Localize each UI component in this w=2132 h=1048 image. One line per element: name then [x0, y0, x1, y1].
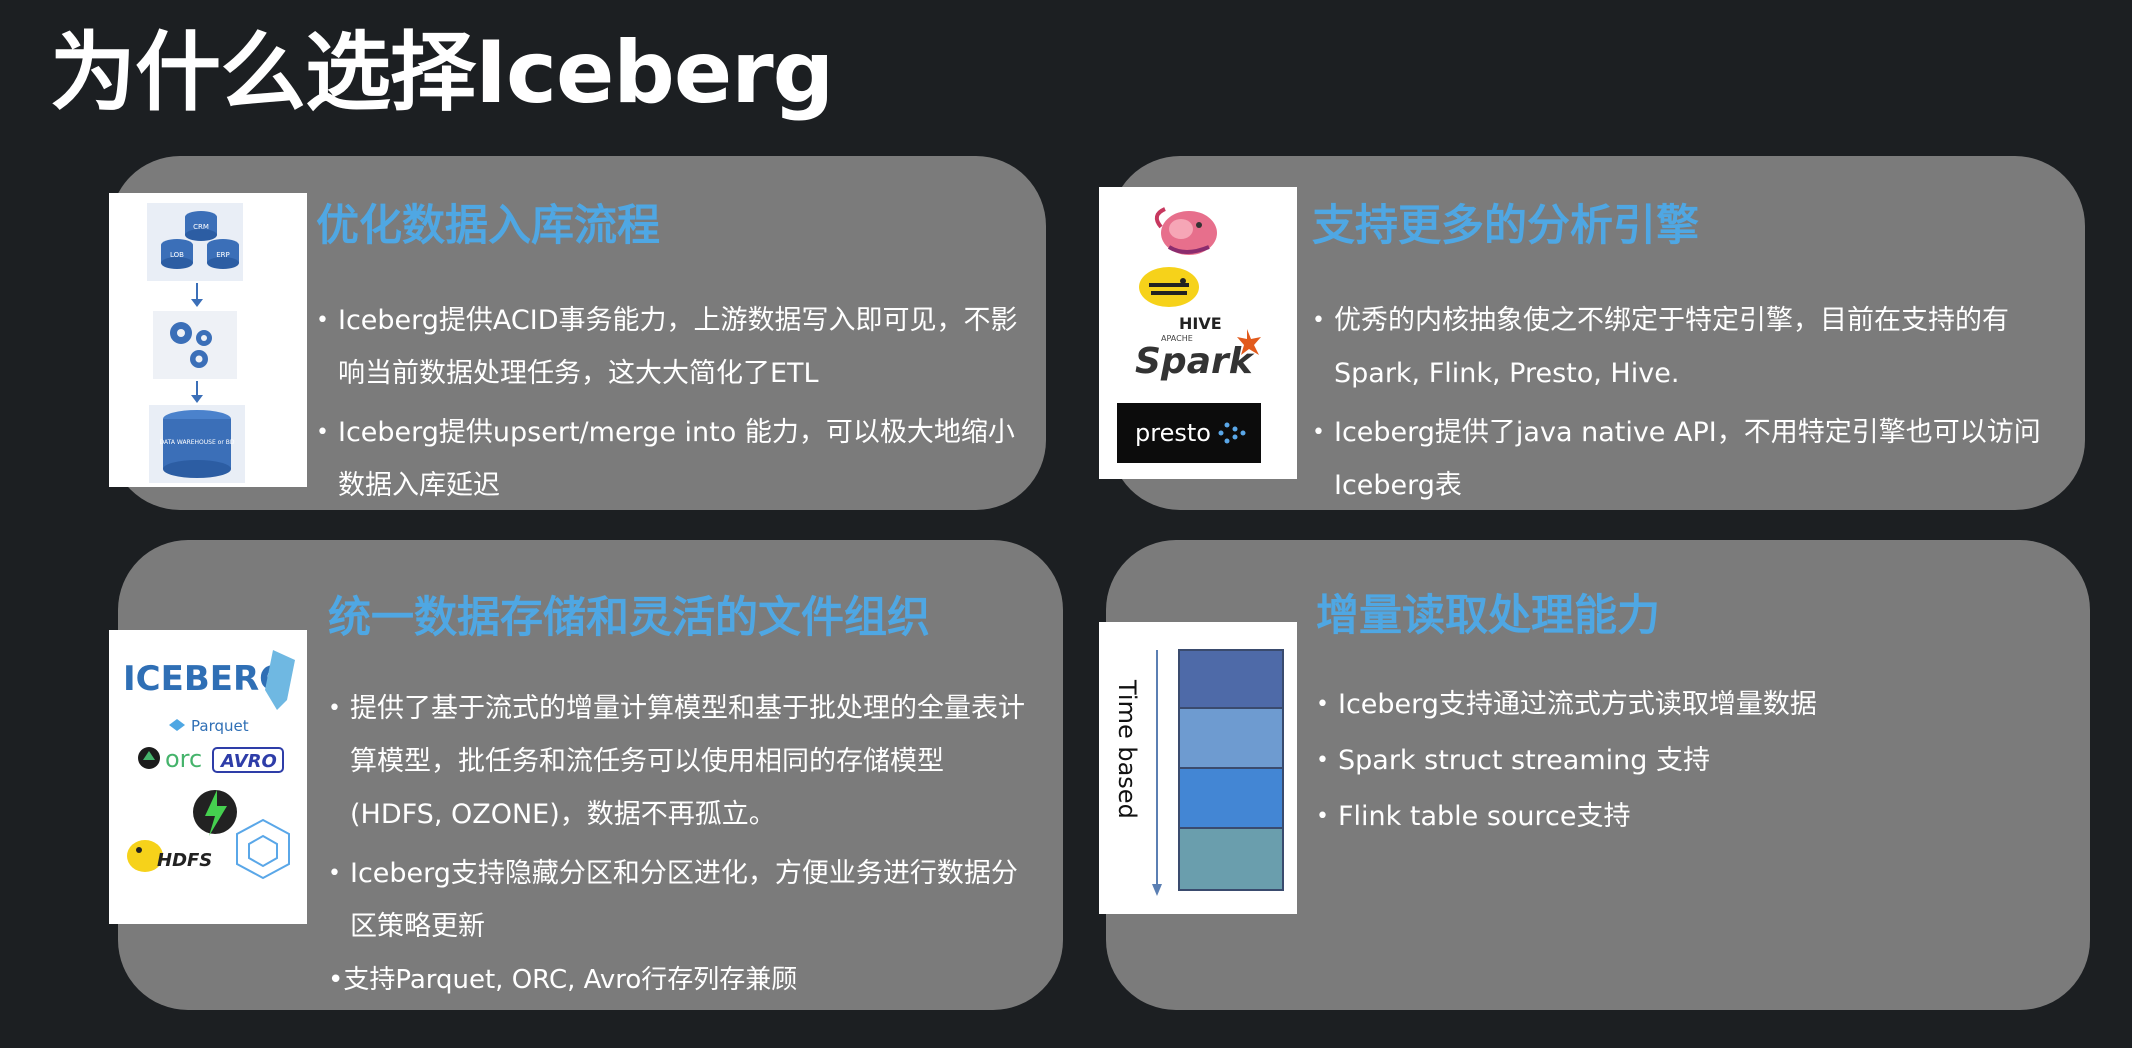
- spark-logo-icon: APACHE Spark: [1135, 329, 1261, 382]
- engine-logos: HIVE APACHE Spark presto: [1117, 207, 1261, 463]
- bullet-item: Flink table source支持: [1316, 792, 2056, 842]
- orc-logo-icon: orc: [138, 745, 202, 773]
- lob-label: LOB: [170, 251, 184, 259]
- spark-label: Spark: [1135, 341, 1255, 382]
- bullet-item: Iceberg支持隐藏分区和分区进化，方便业务进行数据分区策略更新: [328, 847, 1033, 953]
- presto-logo-icon: presto: [1117, 403, 1261, 463]
- data-warehouse-label: DATA WAREHOUSE or BD: [160, 439, 235, 446]
- card-title-incremental-read: 增量读取处理能力: [1316, 591, 1660, 641]
- time-based-blocks: Time based: [1113, 649, 1284, 896]
- storage-format-logos: ICEBERG Parquet orc AVRO HDFS: [123, 650, 295, 880]
- extra-format-line: •支持Parquet, ORC, Avro行存列存兼顾: [328, 965, 798, 995]
- bullet-item: Iceberg提供upsert/merge into 能力，可以极大地缩小数据入…: [316, 406, 1021, 512]
- bullet-item: Iceberg提供了java native API，不用特定引擎也可以访问Ice…: [1312, 406, 2062, 512]
- bullets-unified-storage: 提供了基于流式的增量计算模型和基于批处理的全量表计算模型，批任务和流任务可以使用…: [328, 682, 1033, 959]
- lightning-logo-icon: [193, 790, 237, 836]
- hdfs-logo-icon: HDFS: [127, 840, 212, 872]
- orc-label: orc: [165, 745, 202, 773]
- bullet-item: 提供了基于流式的增量计算模型和基于批处理的全量表计算模型，批任务和流任务可以使用…: [328, 682, 1033, 841]
- avro-logo-icon: AVRO: [212, 747, 284, 773]
- hdfs-label: HDFS: [157, 850, 212, 871]
- data-block: [1178, 649, 1284, 709]
- bullets-analysis-engines: 优秀的内核抽象使之不绑定于特定引擎，目前在支持的有Spark, Flink, P…: [1312, 294, 2062, 518]
- card-title-unified-storage: 统一数据存储和灵活的文件组织: [328, 593, 930, 643]
- bullet-item: Spark struct streaming 支持: [1316, 736, 2056, 786]
- arrow-down-icon: [191, 283, 203, 307]
- bullet-item: 优秀的内核抽象使之不绑定于特定引擎，目前在支持的有Spark, Flink, P…: [1312, 294, 2062, 400]
- storage-formats-image: ICEBERG Parquet orc AVRO HDFS: [109, 630, 307, 924]
- bullets-incremental-read: Iceberg支持通过流式方式读取增量数据 Spark struct strea…: [1316, 680, 2056, 848]
- card-title-analysis-engines: 支持更多的分析引擎: [1312, 201, 1699, 251]
- flink-logo-icon: [1154, 207, 1217, 255]
- iceberg-logo-label: ICEBERG: [123, 659, 287, 699]
- ingestion-flow-diagram: CRM LOB ERP DATA WAREHOUSE or BD: [147, 203, 245, 483]
- engine-logos-image: HIVE APACHE Spark presto: [1099, 187, 1297, 479]
- avro-label: AVRO: [219, 751, 277, 772]
- iceberg-logo-icon: ICEBERG: [123, 650, 295, 710]
- time-based-label: Time based: [1113, 679, 1141, 819]
- data-block: [1178, 767, 1284, 829]
- presto-label: presto: [1135, 419, 1211, 447]
- parquet-label: Parquet: [191, 717, 249, 735]
- bullet-item: Iceberg提供ACID事务能力，上游数据写入即可见，不影响当前数据处理任务，…: [316, 294, 1021, 400]
- bullet-item: Iceberg支持通过流式方式读取增量数据: [1316, 680, 2056, 730]
- hive-logo-icon: HIVE: [1139, 267, 1222, 333]
- parquet-logo-icon: Parquet: [169, 717, 249, 735]
- ozone-logo-icon: [236, 818, 290, 880]
- data-block: [1178, 827, 1284, 891]
- bullets-optimize-ingestion: Iceberg提供ACID事务能力，上游数据写入即可见，不影响当前数据处理任务，…: [316, 294, 1021, 518]
- arrow-down-icon: [191, 381, 203, 403]
- ingestion-flow-image: CRM LOB ERP DATA WAREHOUSE or BD: [109, 193, 307, 487]
- page-title: 为什么选择Iceberg: [50, 23, 834, 123]
- erp-label: ERP: [216, 251, 230, 259]
- time-based-image: Time based: [1099, 622, 1297, 914]
- hive-label: HIVE: [1179, 314, 1222, 333]
- card-title-optimize-ingestion: 优化数据入库流程: [316, 201, 660, 251]
- crm-label: CRM: [193, 223, 209, 231]
- time-arrow-icon: [1152, 650, 1162, 896]
- data-block: [1178, 707, 1284, 769]
